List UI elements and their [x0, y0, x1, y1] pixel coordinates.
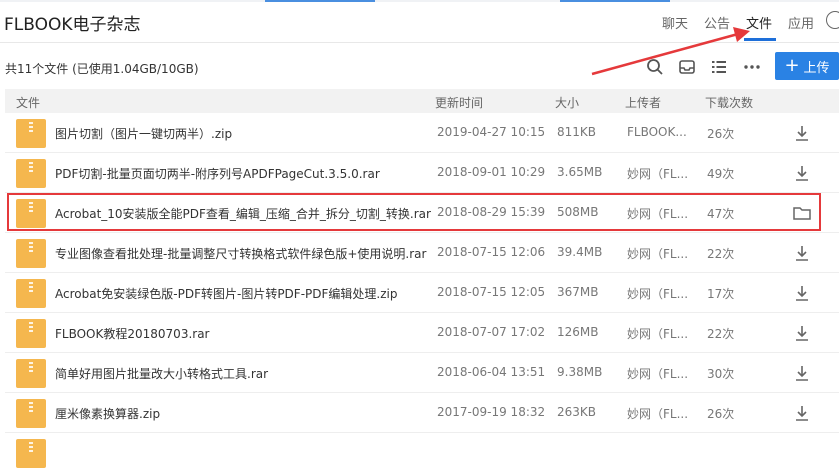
download-icon[interactable] [792, 403, 812, 423]
file-size: 126MB [557, 325, 599, 339]
inbox-icon[interactable] [677, 57, 697, 77]
more-icon[interactable] [742, 57, 762, 77]
file-size: 3.65MB [557, 165, 603, 179]
file-name[interactable]: 专业图像查看批处理-批量调整尺寸转换格式软件绿色版+使用说明.rar [55, 245, 426, 262]
download-count: 22次 [707, 247, 735, 261]
zip-file-icon [16, 359, 46, 388]
list-view-icon[interactable] [709, 57, 729, 77]
app-title: FLBOOK电子杂志 [4, 15, 141, 35]
table-row[interactable]: Acrobat_10安装版全能PDF查看_编辑_压缩_合并_拆分_切割_转换.r… [0, 193, 839, 233]
table-row[interactable]: 厘米像素换算器.zip 2017-09-19 18:32 263KB 妙网（FL… [0, 393, 839, 433]
column-header-size[interactable]: 大小 [555, 94, 579, 111]
download-count: 30次 [707, 367, 735, 381]
toolbar: 共11个文件 (已使用1.04GB/10GB) + 上传 [0, 43, 839, 89]
zip-file-icon [16, 439, 46, 468]
download-count: 26次 [707, 127, 735, 141]
file-uploader: FLBOOK... [627, 125, 687, 139]
table-row[interactable]: Acrobat免安装绿色版-PDF转图片-图片转PDF-PDF编辑处理.zip … [0, 273, 839, 313]
file-date: 2018-06-04 13:51 [437, 365, 546, 379]
folder-icon[interactable] [792, 203, 812, 223]
download-count: 17次 [707, 287, 735, 301]
tab-announcement[interactable]: 公告 [704, 13, 730, 32]
zip-file-icon [16, 159, 46, 188]
file-date: 2019-04-27 10:15 [437, 125, 546, 139]
download-count: 49次 [707, 167, 735, 181]
tab-chat[interactable]: 聊天 [662, 13, 688, 32]
plus-icon: + [784, 55, 800, 76]
file-date: 2018-07-15 12:06 [437, 245, 546, 259]
column-header-file[interactable]: 文件 [16, 94, 40, 111]
file-date: 2018-07-15 12:05 [437, 285, 546, 299]
active-tab-underline [744, 38, 776, 41]
file-uploader: 妙网（FL... [627, 407, 689, 421]
file-uploader: 妙网（FL... [627, 167, 689, 181]
file-uploader: 妙网（FL... [627, 247, 689, 261]
file-date: 2018-09-01 10:29 [437, 165, 546, 179]
file-date: 2017-09-19 18:32 [437, 405, 546, 419]
file-name[interactable]: 厘米像素换算器.zip [55, 405, 160, 422]
download-icon[interactable] [792, 283, 812, 303]
table-row[interactable]: PDF切割-批量页面切两半-附序列号APDFPageCut.3.5.0.rar … [0, 153, 839, 193]
download-icon[interactable] [792, 163, 812, 183]
file-count-text: 共11个文件 (已使用1.04GB/10GB) [5, 62, 199, 76]
zip-file-icon [16, 319, 46, 348]
table-row-partial[interactable] [0, 433, 839, 473]
file-size: 811KB [557, 125, 597, 139]
file-uploader: 妙网（FL... [627, 207, 689, 221]
file-name[interactable]: Acrobat免安装绿色版-PDF转图片-图片转PDF-PDF编辑处理.zip [55, 285, 397, 302]
download-icon[interactable] [792, 123, 812, 143]
zip-file-icon [16, 239, 46, 268]
settings-icon[interactable] [826, 11, 839, 29]
file-name[interactable]: FLBOOK教程20180703.rar [55, 325, 209, 342]
file-date: 2018-08-29 15:39 [437, 205, 546, 219]
zip-file-icon [16, 119, 46, 148]
column-header-updated[interactable]: 更新时间 [435, 94, 483, 111]
file-uploader: 妙网（FL... [627, 327, 689, 341]
file-name[interactable]: 图片切割（图片一键切两半）.zip [55, 125, 232, 142]
file-uploader: 妙网（FL... [627, 287, 689, 301]
zip-file-icon [16, 399, 46, 428]
download-icon[interactable] [792, 323, 812, 343]
search-icon[interactable] [645, 57, 665, 77]
file-date: 2018-07-07 17:02 [437, 325, 546, 339]
file-name[interactable]: 简单好用图片批量改大小转格式工具.rar [55, 365, 268, 382]
column-header-downloads[interactable]: 下载次数 [705, 94, 753, 111]
download-count: 26次 [707, 407, 735, 421]
file-size: 508MB [557, 205, 599, 219]
top-border [0, 0, 839, 2]
table-row[interactable]: 专业图像查看批处理-批量调整尺寸转换格式软件绿色版+使用说明.rar 2018-… [0, 233, 839, 273]
zip-file-icon [16, 279, 46, 308]
file-size: 367MB [557, 285, 599, 299]
download-icon[interactable] [792, 243, 812, 263]
tab-files[interactable]: 文件 [746, 13, 772, 32]
table-row[interactable]: 图片切割（图片一键切两半）.zip 2019-04-27 10:15 811KB… [0, 113, 839, 153]
column-header-uploader[interactable]: 上传者 [625, 94, 661, 111]
upload-label: 上传 [803, 60, 830, 76]
table-row[interactable]: 简单好用图片批量改大小转格式工具.rar 2018-06-04 13:51 9.… [0, 353, 839, 393]
file-name[interactable]: Acrobat_10安装版全能PDF查看_编辑_压缩_合并_拆分_切割_转换.r… [55, 205, 431, 222]
table-row[interactable]: FLBOOK教程20180703.rar 2018-07-07 17:02 12… [0, 313, 839, 353]
zip-file-icon [16, 199, 46, 228]
download-count: 22次 [707, 327, 735, 341]
file-size: 263KB [557, 405, 597, 419]
download-count: 47次 [707, 207, 735, 221]
file-size: 39.4MB [557, 245, 603, 259]
table-header: 文件 更新时间 大小 上传者 下载次数 [5, 89, 839, 113]
tab-apps[interactable]: 应用 [788, 13, 814, 32]
file-name[interactable]: PDF切割-批量页面切两半-附序列号APDFPageCut.3.5.0.rar [55, 165, 380, 182]
download-icon[interactable] [792, 363, 812, 383]
upload-button[interactable]: + 上传 [775, 52, 839, 80]
file-size: 9.38MB [557, 365, 603, 379]
file-uploader: 妙网（FL... [627, 367, 689, 381]
